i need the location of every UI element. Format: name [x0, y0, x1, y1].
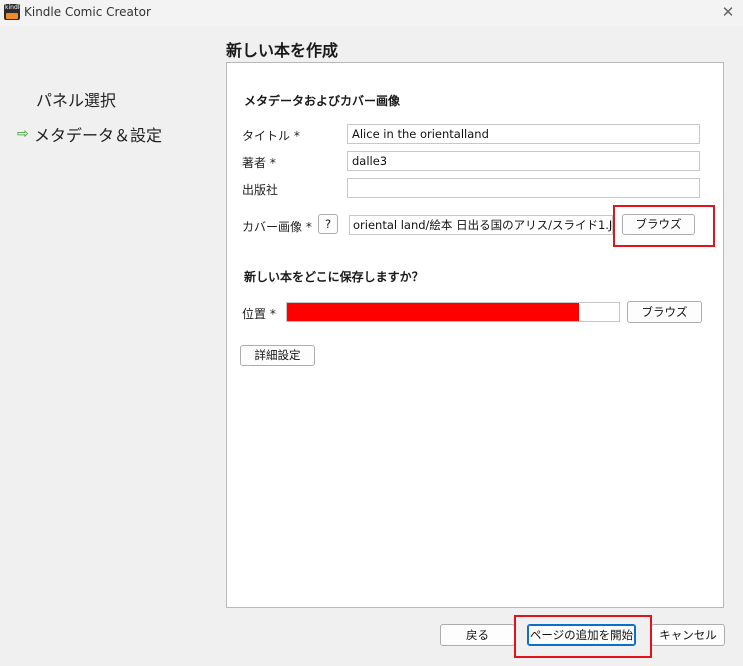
location-path-field[interactable] — [286, 302, 620, 322]
sidebar-item-label: パネル選択 — [36, 91, 117, 110]
cancel-button[interactable]: キャンセル — [651, 624, 725, 646]
author-label: 著者 * — [242, 156, 276, 170]
location-label: 位置 * — [242, 307, 276, 321]
cover-image-label: カバー画像 * — [242, 220, 312, 234]
cover-browse-button[interactable]: ブラウズ — [622, 214, 695, 235]
back-button[interactable]: 戻る — [440, 624, 515, 646]
sidebar-item-panel-select[interactable]: パネル選択 — [36, 87, 116, 111]
publisher-label: 出版社 — [242, 183, 279, 197]
close-icon[interactable]: ✕ — [719, 3, 737, 21]
kindle-icon-label: kindle — [5, 4, 20, 11]
cover-image-path-field[interactable]: oriental land/絵本 日出る国のアリス/スライド1.JPG — [349, 215, 613, 235]
location-browse-button[interactable]: ブラウズ — [627, 301, 702, 323]
redaction-bar — [287, 303, 580, 321]
title-field[interactable]: Alice in the orientalland — [347, 124, 700, 144]
window-title: Kindle Comic Creator — [24, 5, 151, 19]
sidebar-item-metadata-settings[interactable]: ⇨ メタデータ＆設定 — [17, 122, 162, 146]
cover-help-button[interactable]: ? — [318, 214, 338, 234]
start-adding-pages-button[interactable]: ページの追加を開始 — [527, 624, 636, 646]
advanced-settings-button[interactable]: 詳細設定 — [240, 345, 315, 366]
sidebar-item-label: メタデータ＆設定 — [34, 126, 163, 145]
save-section-heading: 新しい本をどこに保存しますか？ — [244, 270, 424, 284]
title-bar: kindle Kindle Comic Creator ✕ — [0, 0, 743, 26]
arrow-right-icon: ⇨ — [17, 126, 29, 142]
page-title: 新しい本を作成 — [226, 41, 339, 60]
kindle-app-icon: kindle — [4, 4, 20, 20]
kindle-icon-swoosh — [6, 13, 18, 19]
author-field[interactable]: dalle3 — [347, 151, 700, 171]
settings-panel: メタデータおよびカバー画像 タイトル * Alice in the orient… — [226, 62, 724, 608]
metadata-section-heading: メタデータおよびカバー画像 — [244, 94, 401, 108]
publisher-field[interactable] — [347, 178, 700, 198]
title-label: タイトル * — [242, 129, 300, 143]
